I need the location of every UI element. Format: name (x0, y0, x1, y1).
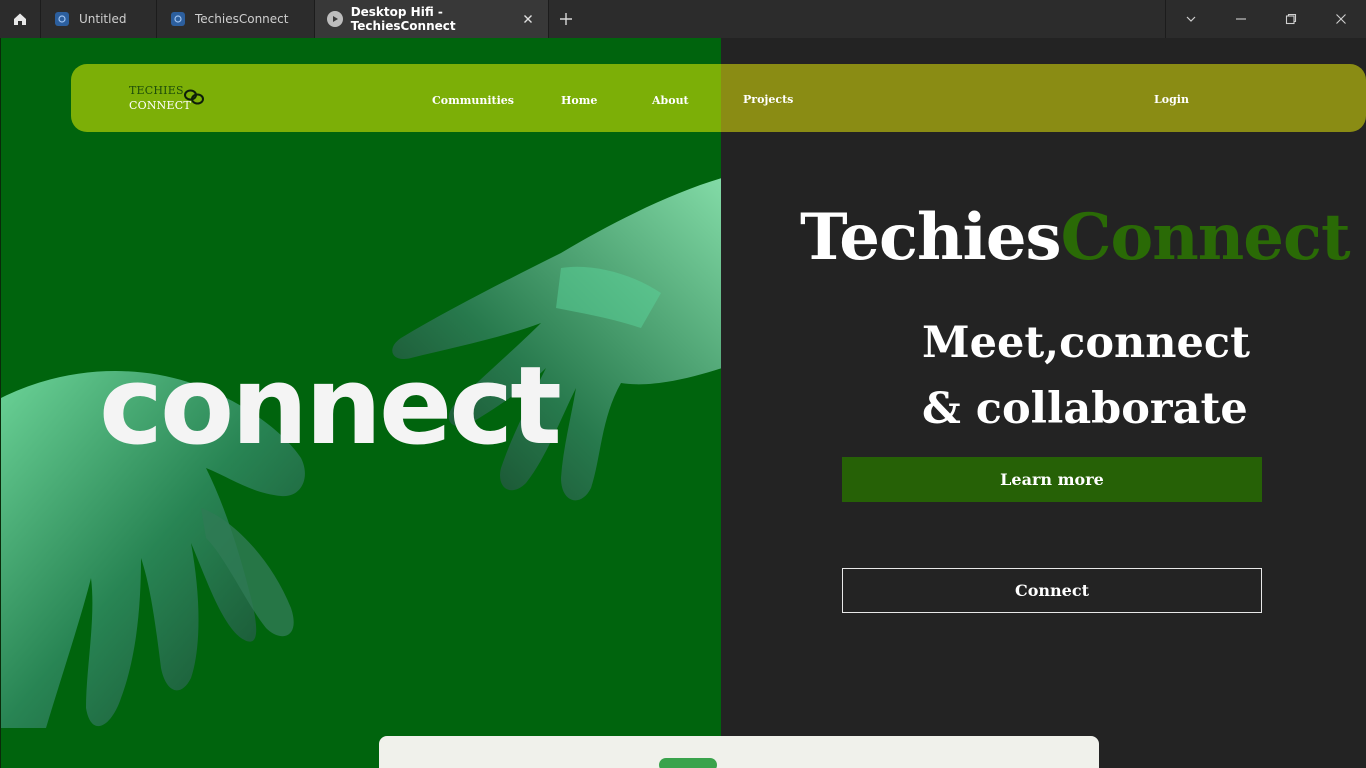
tab-label: Untitled (79, 12, 127, 26)
link-icon (184, 89, 204, 105)
connect-button[interactable]: Connect (842, 568, 1262, 613)
logo[interactable]: TECHIES CONNECT (129, 83, 191, 113)
login-link[interactable]: Login (1154, 93, 1189, 106)
brand-title-connect: Connect (1060, 200, 1351, 275)
home-icon (14, 13, 26, 25)
logo-line2: CONNECT (129, 99, 191, 112)
hero-image-panel: connect (0, 38, 721, 768)
connect-hands-image: connect (1, 178, 721, 728)
navbar: TECHIES CONNECT Communities Home About P… (71, 64, 1366, 132)
tagline-line2: & collaborate (922, 384, 1248, 434)
new-tab-icon[interactable] (556, 9, 576, 29)
nav-link-home[interactable]: Home (561, 94, 597, 107)
minimize-button[interactable] (1216, 0, 1266, 38)
connect-word: connect (99, 344, 560, 469)
nav-link-projects[interactable]: Projects (743, 93, 793, 106)
close-window-button[interactable] (1316, 0, 1366, 38)
tab-label: TechiesConnect (195, 12, 289, 26)
tab-label: Desktop Hifi - TechiesConnect (350, 5, 456, 33)
play-icon (327, 11, 343, 27)
browser-title-bar: Untitled TechiesConnect Desktop Hifi - T… (0, 0, 1366, 38)
close-icon (1336, 14, 1346, 24)
prototype-page: connect TECHIES CONNECT Communities Home… (0, 38, 1366, 768)
chevron-down-icon (1186, 16, 1196, 22)
nav-link-about[interactable]: About (652, 94, 689, 107)
brand-title: TechiesConnect (800, 198, 1350, 278)
restore-icon (1285, 13, 1297, 25)
figma-file-icon (171, 12, 185, 26)
navbar-right-bg (721, 64, 1366, 132)
minimize-icon (1236, 18, 1246, 20)
nav-link-communities[interactable]: Communities (432, 94, 514, 107)
tagline-line1: Meet,connect (922, 318, 1250, 368)
home-button[interactable] (0, 0, 41, 38)
logo-line1: TECHIES (129, 84, 184, 97)
tab-untitled[interactable]: Untitled (41, 0, 157, 38)
tab-list-button[interactable] (1166, 0, 1216, 38)
figma-file-icon (55, 12, 69, 26)
tab-techiesconnect[interactable]: TechiesConnect (157, 0, 315, 38)
restore-button[interactable] (1266, 0, 1316, 38)
card-pill (659, 758, 717, 768)
tab-close-icon[interactable] (520, 11, 536, 27)
tagline: Meet,connect & collaborate (922, 310, 1250, 442)
learn-more-button[interactable]: Learn more (842, 457, 1262, 502)
brand-title-techies: Techies (800, 200, 1062, 275)
tab-desktop-hifi[interactable]: Desktop Hifi - TechiesConnect (315, 0, 549, 38)
content-card (379, 736, 1099, 768)
